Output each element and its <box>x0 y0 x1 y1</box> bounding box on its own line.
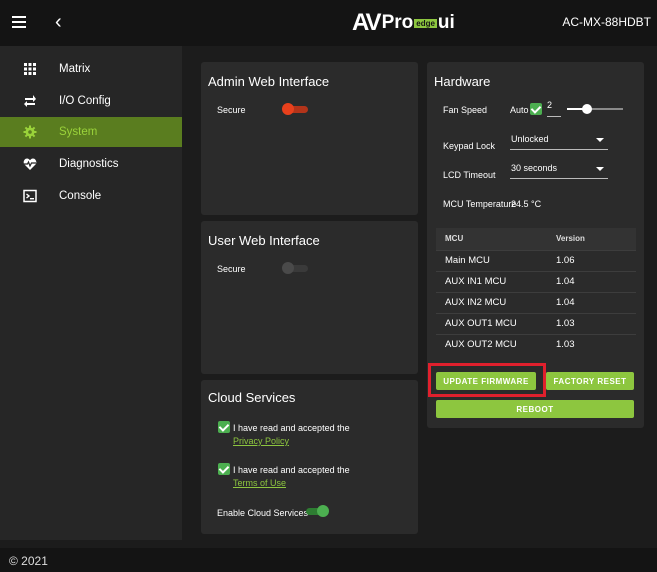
sidebar-item-diagnostics[interactable]: Diagnostics <box>0 149 182 179</box>
mcu-name-cell: AUX IN1 MCU <box>436 270 556 292</box>
sidebar-item-label: Matrix <box>59 63 91 75</box>
keypad-lock-select[interactable]: Unlocked <box>510 132 608 150</box>
user-secure-toggle[interactable] <box>282 262 310 274</box>
sidebar: Matrix I/O Config System Diagnostics Con… <box>0 46 182 540</box>
sidebar-item-system[interactable]: System <box>0 117 182 147</box>
copyright-text: © 2021 <box>9 554 48 568</box>
lcd-timeout-select[interactable]: 30 seconds <box>510 161 608 179</box>
column-header: Version <box>556 228 636 250</box>
sidebar-item-label: Console <box>59 190 102 202</box>
logo-ui-text: ui <box>437 12 455 33</box>
factory-reset-button[interactable]: FACTORY RESET <box>546 372 634 390</box>
sidebar-item-console[interactable]: Console <box>0 181 182 211</box>
table-row: Main MCU 1.06 <box>436 249 636 271</box>
privacy-policy-checkbox[interactable] <box>218 421 230 433</box>
keypad-lock-value: Unlocked <box>511 134 549 144</box>
mcu-name-cell: AUX OUT2 MCU <box>436 333 556 355</box>
hardware-card-title: Hardware <box>434 74 491 89</box>
table-row: AUX IN2 MCU 1.04 <box>436 291 636 313</box>
mcu-version-cell: 1.03 <box>556 333 636 355</box>
mcu-version-cell: 1.04 <box>556 291 636 313</box>
table-row: AUX IN1 MCU 1.04 <box>436 270 636 292</box>
mcu-version-cell: 1.03 <box>556 312 636 334</box>
sidebar-item-matrix[interactable]: Matrix <box>0 54 182 84</box>
mcu-version-table: MCU Version Main MCU 1.06 AUX IN1 MCU 1.… <box>436 228 636 355</box>
mcu-version-cell: 1.04 <box>556 270 636 292</box>
sidebar-item-io-config[interactable]: I/O Config <box>0 86 182 116</box>
avpro-logo: AV Pro edge ui <box>352 9 455 36</box>
terms-of-use-checkbox[interactable] <box>218 463 230 475</box>
enable-cloud-toggle[interactable] <box>302 505 330 517</box>
user-web-interface-card: User Web Interface Secure <box>201 221 418 374</box>
reboot-button[interactable]: REBOOT <box>436 400 634 418</box>
mcu-name-cell: AUX OUT1 MCU <box>436 312 556 334</box>
heartbeat-icon <box>23 158 37 170</box>
logo-edge-text: edge <box>414 18 437 28</box>
sidebar-item-label: Diagnostics <box>59 158 119 170</box>
device-model: AC-MX-88HDBT <box>562 15 651 29</box>
cloud-card-title: Cloud Services <box>208 390 296 405</box>
column-header: MCU <box>436 228 556 250</box>
lcd-timeout-value: 30 seconds <box>511 163 558 173</box>
admin-secure-label: Secure <box>217 105 246 115</box>
terminal-icon <box>23 189 37 203</box>
logo-av-text: AV <box>352 9 382 36</box>
fan-speed-slider[interactable] <box>567 104 623 114</box>
user-card-title: User Web Interface <box>208 233 320 248</box>
chevron-down-icon <box>596 167 604 171</box>
gear-icon <box>23 125 37 139</box>
fan-auto-label: Auto <box>510 105 529 115</box>
keypad-lock-label: Keypad Lock <box>443 141 496 151</box>
lcd-timeout-label: LCD Timeout <box>443 170 496 180</box>
mcu-temperature-label: MCU Temperature <box>443 199 517 209</box>
table-row: AUX OUT1 MCU 1.03 <box>436 312 636 334</box>
fan-speed-stepper[interactable]: 2 <box>547 100 561 117</box>
footer: © 2021 <box>0 548 657 572</box>
grid-icon <box>24 63 36 75</box>
mcu-name-cell: AUX IN2 MCU <box>436 291 556 313</box>
top-bar: ‹ AV Pro edge ui AC-MX-88HDBT <box>0 0 657 46</box>
table-header-row: MCU Version <box>436 228 636 250</box>
terms-accept-text: I have read and accepted the <box>233 465 350 475</box>
chevron-down-icon <box>596 138 604 142</box>
mcu-name-cell: Main MCU <box>436 249 556 271</box>
admin-secure-toggle[interactable] <box>282 103 310 115</box>
enable-cloud-label: Enable Cloud Services <box>217 508 309 518</box>
arrows-icon <box>24 95 36 107</box>
sidebar-item-label: I/O Config <box>59 95 111 107</box>
table-row: AUX OUT2 MCU 1.03 <box>436 333 636 355</box>
logo-pro-text: Pro <box>381 12 414 33</box>
update-firmware-highlight <box>428 363 546 397</box>
privacy-policy-link[interactable]: Privacy Policy <box>233 436 289 446</box>
user-secure-label: Secure <box>217 264 246 274</box>
terms-of-use-link[interactable]: Terms of Use <box>233 478 286 488</box>
admin-card-title: Admin Web Interface <box>208 74 330 89</box>
back-chevron-icon[interactable]: ‹ <box>55 11 69 33</box>
mcu-temperature-value: 24.5 °C <box>511 199 542 209</box>
sidebar-item-label: System <box>59 126 98 138</box>
cloud-services-card: Cloud Services I have read and accepted … <box>201 380 418 534</box>
fan-auto-checkbox[interactable] <box>530 103 542 115</box>
fan-speed-label: Fan Speed <box>443 105 488 115</box>
fan-slider-knob[interactable] <box>582 104 592 114</box>
admin-web-interface-card: Admin Web Interface Secure <box>201 62 418 215</box>
hamburger-menu-icon[interactable] <box>10 13 28 31</box>
privacy-accept-text: I have read and accepted the <box>233 423 350 433</box>
mcu-version-cell: 1.06 <box>556 249 636 271</box>
